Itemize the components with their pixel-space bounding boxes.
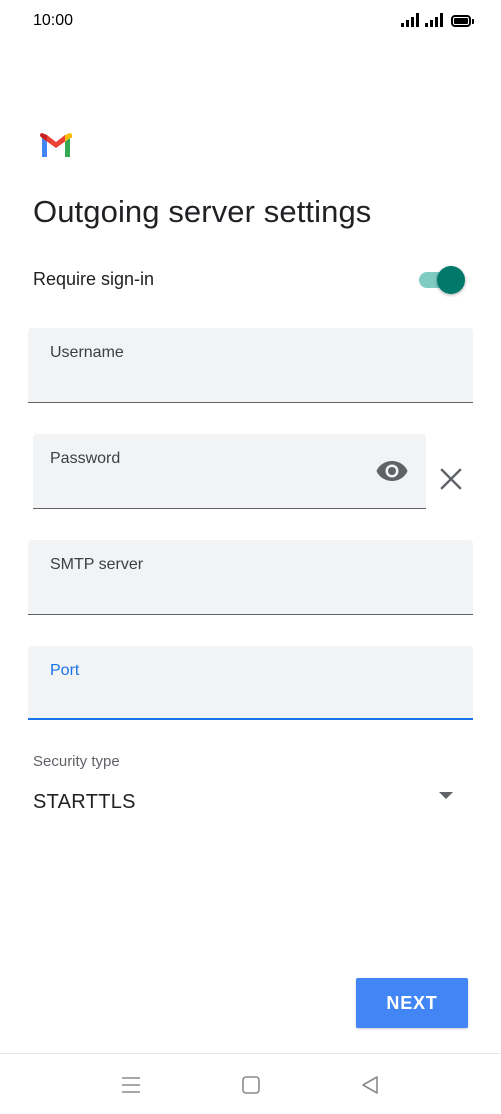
menu-icon[interactable] bbox=[120, 1074, 142, 1096]
password-label: Password bbox=[50, 450, 121, 467]
username-field[interactable]: Username bbox=[28, 328, 473, 403]
password-field[interactable]: Password bbox=[33, 434, 426, 509]
signal-icon-2 bbox=[425, 13, 443, 27]
require-signin-label: Require sign-in bbox=[33, 269, 155, 289]
battery-icon bbox=[451, 15, 474, 27]
close-icon[interactable] bbox=[438, 466, 464, 492]
home-icon[interactable] bbox=[240, 1074, 262, 1096]
security-type-label: Security type bbox=[33, 753, 120, 770]
smtp-server-field[interactable]: SMTP server bbox=[28, 540, 473, 615]
page-title: Outgoing server settings bbox=[33, 194, 372, 229]
gmail-logo-icon bbox=[40, 133, 72, 157]
signal-icon bbox=[401, 13, 419, 27]
status-bar: 10:00 bbox=[0, 0, 501, 44]
smtp-server-label: SMTP server bbox=[50, 556, 144, 573]
eye-icon[interactable] bbox=[376, 460, 408, 482]
port-field[interactable]: Port bbox=[28, 646, 473, 720]
status-time: 10:00 bbox=[33, 12, 74, 29]
status-icons bbox=[401, 13, 474, 27]
port-label: Port bbox=[50, 662, 80, 679]
system-nav-bar bbox=[0, 1053, 501, 1114]
security-type-select[interactable]: STARTTLS bbox=[33, 791, 136, 814]
toggle-thumb bbox=[437, 266, 465, 294]
back-icon[interactable] bbox=[359, 1074, 381, 1096]
require-signin-toggle[interactable] bbox=[419, 264, 465, 294]
username-label: Username bbox=[50, 344, 124, 361]
require-signin-row: Require sign-in bbox=[33, 262, 465, 296]
next-button[interactable]: NEXT bbox=[356, 978, 468, 1028]
dropdown-arrow-icon[interactable] bbox=[438, 791, 454, 801]
